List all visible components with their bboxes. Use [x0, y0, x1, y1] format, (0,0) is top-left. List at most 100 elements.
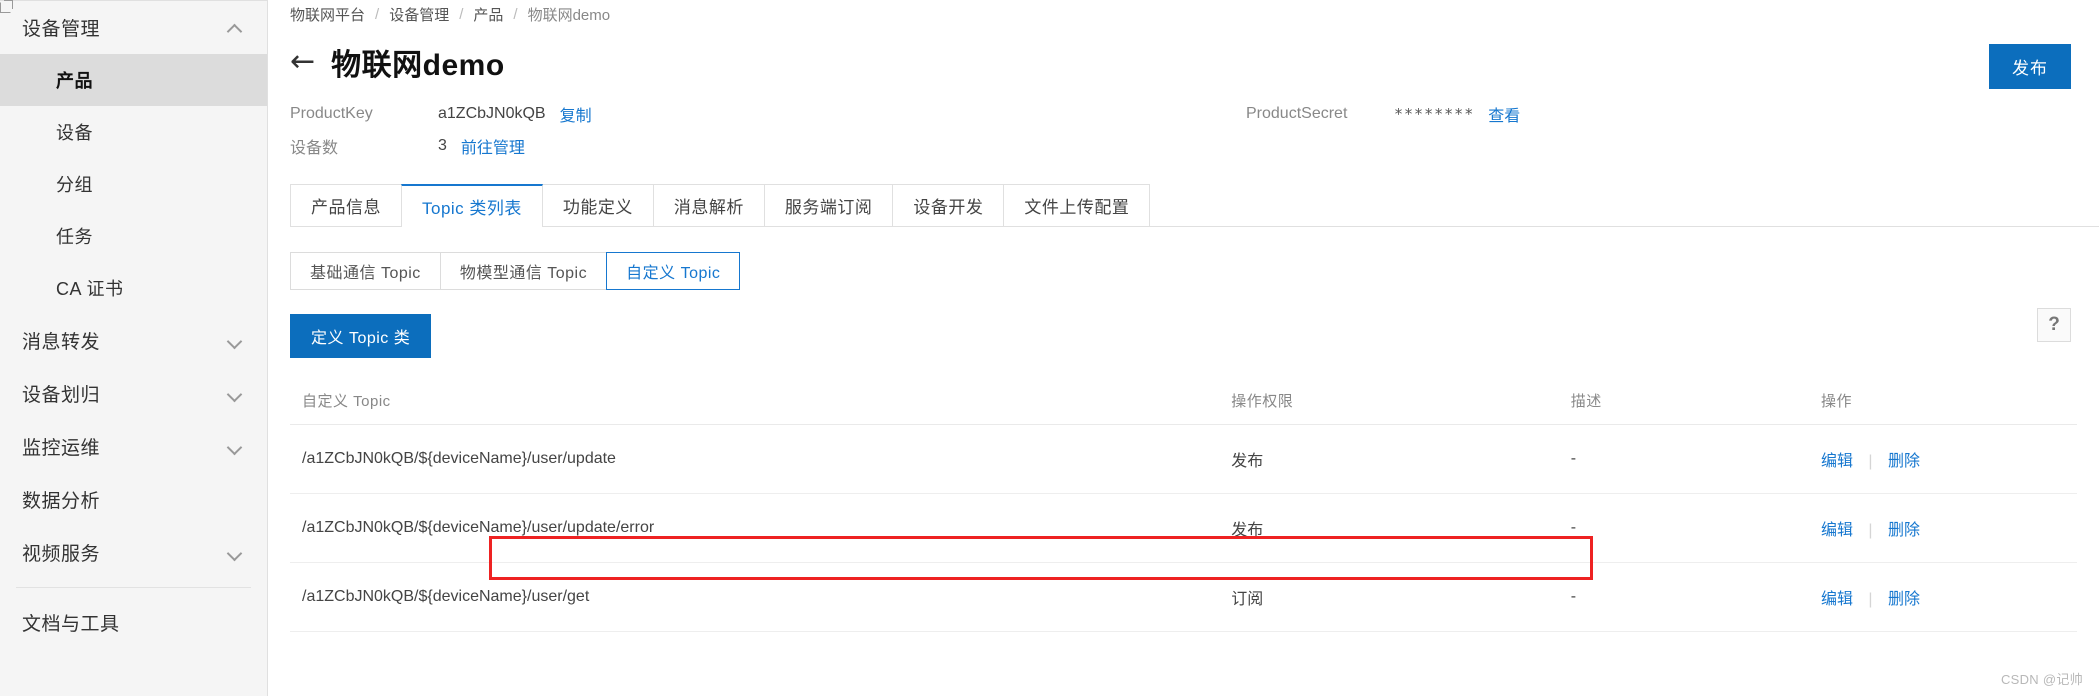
custom-topic-table: 自定义 Topic 操作权限 描述 操作 /a1ZCbJN0kQB/${devi… — [290, 378, 2077, 632]
page-header: ← 物联网demo — [268, 34, 2099, 90]
breadcrumb-item-platform[interactable]: 物联网平台 — [290, 4, 365, 25]
sidebar-group-message-forwarding[interactable]: 消息转发 — [0, 314, 267, 367]
publish-button[interactable]: 发布 — [1989, 44, 2071, 89]
subtab-custom-topic[interactable]: 自定义 Topic — [606, 252, 741, 290]
action-separator: | — [1868, 522, 1873, 539]
tab-label: 消息解析 — [673, 198, 744, 217]
subtab-basic-communication-topic[interactable]: 基础通信 Topic — [290, 252, 441, 290]
cell-topic: /a1ZCbJN0kQB/${deviceName}/user/update/e… — [290, 493, 1220, 563]
sidebar-item-label: 任务 — [56, 227, 93, 247]
column-header-description: 描述 — [1558, 378, 1809, 425]
tab-topic-list[interactable]: Topic 类列表 — [401, 184, 543, 227]
table-head: 自定义 Topic 操作权限 描述 操作 — [290, 378, 2077, 425]
breadcrumb: 物联网平台 / 设备管理 / 产品 / 物联网demo — [268, 0, 2099, 28]
meta-row-product-key: ProductKey a1ZCbJN0kQB 复制 — [290, 98, 2099, 130]
product-secret-label: ProductSecret — [1246, 105, 1348, 122]
chevron-down-icon — [227, 545, 243, 561]
cell-permission: 发布 — [1219, 424, 1559, 494]
tab-label: Topic 类列表 — [422, 198, 522, 218]
sidebar: 设备管理 产品 设备 分组 任务 CA 证书 消息转发 设备划归 监控运维 数据… — [0, 0, 268, 696]
delete-link[interactable]: 删除 — [1888, 591, 1920, 608]
table-row: /a1ZCbJN0kQB/${deviceName}/user/update 发… — [290, 424, 2077, 494]
sidebar-item-label: CA 证书 — [56, 279, 124, 299]
device-count-value: 3 — [438, 137, 447, 154]
tab-product-info[interactable]: 产品信息 — [290, 184, 402, 226]
column-header-permission: 操作权限 — [1219, 378, 1559, 425]
breadcrumb-separator: / — [513, 5, 518, 23]
help-icon[interactable]: ? — [2037, 308, 2071, 342]
sidebar-group-device-management[interactable]: 设备管理 — [0, 1, 267, 54]
delete-link[interactable]: 删除 — [1888, 522, 1920, 539]
cell-topic: /a1ZCbJN0kQB/${deviceName}/user/update — [290, 424, 1220, 494]
cell-description: - — [1558, 493, 1809, 563]
tab-label: 产品信息 — [311, 198, 381, 217]
breadcrumb-item-current: 物联网demo — [527, 6, 611, 24]
sidebar-group-video-service[interactable]: 视频服务 — [0, 526, 267, 579]
product-key-label: ProductKey — [290, 105, 373, 122]
back-arrow-icon[interactable]: ← — [290, 47, 315, 77]
product-meta: ProductKey a1ZCbJN0kQB 复制 设备数 3 前往管理 Pro… — [268, 98, 2099, 162]
cell-description: - — [1558, 562, 1809, 632]
edit-link[interactable]: 编辑 — [1821, 453, 1853, 470]
tab-device-development[interactable]: 设备开发 — [892, 184, 1005, 226]
sidebar-item-docs-and-tools[interactable]: 文档与工具 — [0, 596, 267, 648]
edit-link[interactable]: 编辑 — [1821, 591, 1853, 608]
meta-row-device-count: 设备数 3 前往管理 — [290, 130, 2099, 162]
subtab-label: 基础通信 Topic — [310, 265, 421, 282]
tab-bar: 产品信息 Topic 类列表 功能定义 消息解析 服务端订阅 设备开发 文件上传… — [290, 184, 2099, 227]
edit-link[interactable]: 编辑 — [1821, 522, 1853, 539]
sidebar-group-label: 消息转发 — [22, 332, 101, 353]
view-product-secret-link[interactable]: 查看 — [1488, 102, 1520, 126]
meta-row-product-secret: ProductSecret ******** 查看 — [1246, 98, 1520, 130]
go-to-management-link[interactable]: 前往管理 — [461, 134, 525, 158]
sidebar-item-devices[interactable]: 设备 — [0, 106, 267, 158]
tab-function-definition[interactable]: 功能定义 — [541, 184, 654, 226]
sidebar-item-label: 设备 — [56, 123, 93, 143]
product-secret-value: ******** — [1394, 105, 1475, 123]
breadcrumb-item-products[interactable]: 产品 — [473, 4, 503, 25]
tab-server-subscription[interactable]: 服务端订阅 — [763, 184, 894, 226]
sidebar-group-label: 数据分析 — [22, 491, 101, 512]
sidebar-group-monitoring-ops[interactable]: 监控运维 — [0, 420, 267, 473]
action-separator: | — [1868, 453, 1873, 470]
cell-operations: 编辑 | 删除 — [1808, 493, 2077, 563]
app-root: 设备管理 产品 设备 分组 任务 CA 证书 消息转发 设备划归 监控运维 数据… — [0, 0, 2099, 696]
subtab-tsl-communication-topic[interactable]: 物模型通信 Topic — [439, 252, 608, 290]
copy-product-key-link[interactable]: 复制 — [560, 102, 592, 126]
table-body: /a1ZCbJN0kQB/${deviceName}/user/update 发… — [290, 424, 2077, 632]
watermark: CSDN @记帅 — [2000, 672, 2083, 687]
tab-label: 服务端订阅 — [784, 198, 873, 217]
topic-type-segmented-control: 基础通信 Topic 物模型通信 Topic 自定义 Topic — [290, 252, 2099, 290]
tab-label: 文件上传配置 — [1024, 198, 1130, 217]
sidebar-item-label: 分组 — [56, 175, 93, 195]
sidebar-group-label: 设备管理 — [22, 19, 101, 40]
cell-permission: 订阅 — [1219, 562, 1559, 632]
subtab-label: 自定义 Topic — [626, 265, 721, 282]
sidebar-divider — [16, 587, 251, 588]
table-header-row: 自定义 Topic 操作权限 描述 操作 — [290, 378, 2077, 425]
cell-description: - — [1558, 424, 1809, 494]
action-separator: | — [1868, 591, 1873, 608]
sidebar-item-products[interactable]: 产品 — [0, 54, 267, 106]
cell-topic: /a1ZCbJN0kQB/${deviceName}/user/get — [290, 562, 1220, 632]
tab-message-parsing[interactable]: 消息解析 — [652, 184, 765, 226]
sidebar-item-tasks[interactable]: 任务 — [0, 210, 267, 262]
page-title: 物联网demo — [331, 49, 505, 82]
sidebar-group-data-analysis[interactable]: 数据分析 — [0, 473, 267, 526]
tab-file-upload-config[interactable]: 文件上传配置 — [1003, 184, 1151, 226]
table-row: /a1ZCbJN0kQB/${deviceName}/user/update/e… — [290, 493, 2077, 563]
chevron-down-icon — [227, 386, 243, 402]
device-count-label: 设备数 — [290, 140, 339, 157]
sidebar-item-ca-certificate[interactable]: CA 证书 — [0, 262, 267, 314]
sidebar-item-groups[interactable]: 分组 — [0, 158, 267, 210]
sidebar-group-device-assignment[interactable]: 设备划归 — [0, 367, 267, 420]
subtab-label: 物模型通信 Topic — [459, 265, 588, 282]
chevron-down-icon — [227, 439, 243, 455]
define-topic-class-button[interactable]: 定义 Topic 类 — [290, 314, 432, 358]
sidebar-group-label: 视频服务 — [22, 544, 101, 565]
delete-link[interactable]: 删除 — [1888, 453, 1920, 470]
chevron-down-icon — [227, 333, 243, 349]
sidebar-group-label: 监控运维 — [22, 438, 101, 459]
chevron-up-icon — [227, 20, 243, 36]
breadcrumb-item-device-management[interactable]: 设备管理 — [389, 4, 449, 25]
